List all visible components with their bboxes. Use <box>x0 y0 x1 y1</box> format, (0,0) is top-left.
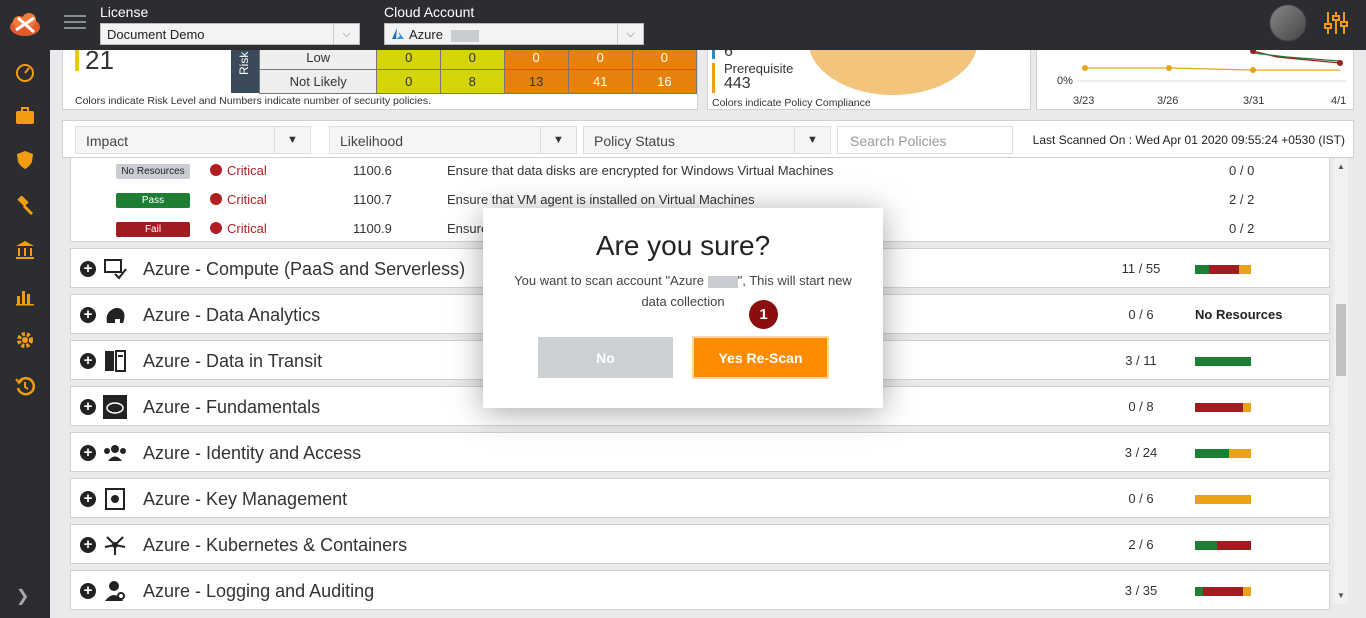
confirm-dialog: Are you sure? You want to scan account "… <box>483 208 883 408</box>
yes-rescan-button[interactable]: Yes Re-Scan <box>692 336 829 379</box>
dialog-title: Are you sure? <box>595 230 771 261</box>
step-marker: 1 <box>749 300 778 329</box>
dialog-message: You want to scan account "Azure ", This … <box>513 270 853 312</box>
no-button[interactable]: No <box>538 337 673 378</box>
dialog-message-part1: You want to scan account "Azure <box>514 273 708 288</box>
redacted-text <box>707 275 738 288</box>
